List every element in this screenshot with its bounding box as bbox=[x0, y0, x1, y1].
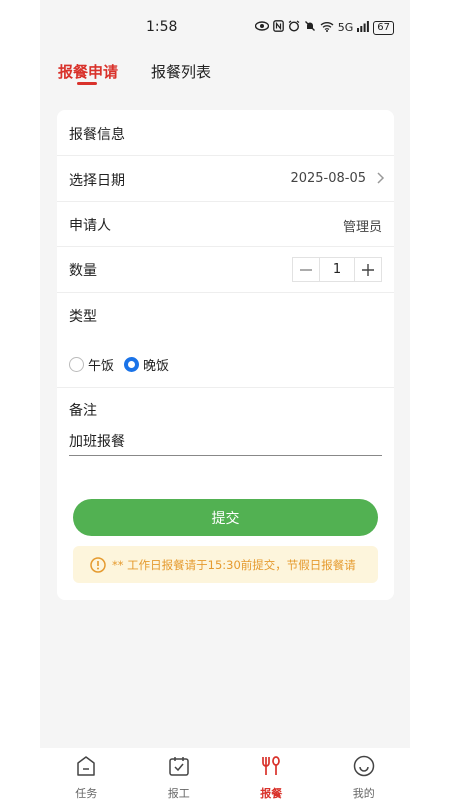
radio-dinner-label: 晚饭 bbox=[143, 359, 170, 374]
eye-icon bbox=[254, 21, 269, 34]
submit-button[interactable]: 提交 bbox=[73, 499, 378, 536]
date-row[interactable]: 选择日期 2025-08-05 bbox=[57, 156, 394, 202]
applicant-label: 申请人 bbox=[69, 218, 111, 234]
app-screen: 1:58 5G 67 报餐申请 报餐列表 报餐信息 选择日期 2025-08-0… bbox=[40, 0, 410, 800]
status-bar: 1:58 5G 67 bbox=[40, 0, 410, 52]
meal-type-radio-group: 午饭 晚饭 bbox=[69, 355, 169, 374]
section-title: 报餐信息 bbox=[69, 127, 125, 143]
meal-form-card: 报餐信息 选择日期 2025-08-05 申请人 管理员 数量 1 类型 午饭 … bbox=[57, 110, 394, 600]
status-time: 1:58 bbox=[146, 19, 178, 35]
quantity-value[interactable]: 1 bbox=[319, 258, 355, 281]
nav-item-meal[interactable]: 报餐 bbox=[225, 748, 318, 800]
nav-item-task[interactable]: 任务 bbox=[40, 748, 133, 800]
status-icons: 5G 67 bbox=[254, 20, 394, 35]
top-tabs: 报餐申请 报餐列表 bbox=[40, 55, 410, 91]
nav-label-meal: 报餐 bbox=[260, 787, 283, 800]
quantity-row: 数量 1 bbox=[57, 247, 394, 293]
nav-label-report: 报工 bbox=[167, 787, 190, 800]
nfc-icon bbox=[272, 20, 284, 35]
smile-icon bbox=[352, 754, 376, 782]
nav-item-report[interactable]: 报工 bbox=[133, 748, 226, 800]
wifi-icon bbox=[320, 21, 334, 35]
radio-unchecked-icon[interactable] bbox=[69, 357, 84, 372]
tab-meal-request[interactable]: 报餐申请 bbox=[58, 61, 118, 82]
fork-spoon-icon bbox=[259, 754, 283, 782]
applicant-row: 申请人 管理员 bbox=[57, 202, 394, 247]
signal-bars-icon bbox=[357, 20, 370, 35]
tab-meal-list[interactable]: 报餐列表 bbox=[151, 61, 211, 82]
quantity-stepper: 1 bbox=[292, 257, 382, 282]
type-label: 类型 bbox=[69, 309, 97, 325]
radio-lunch-label: 午饭 bbox=[88, 359, 115, 374]
nav-label-task: 任务 bbox=[75, 787, 98, 800]
task-icon bbox=[74, 754, 98, 782]
radio-dinner[interactable]: 晚饭 bbox=[124, 355, 169, 374]
date-label: 选择日期 bbox=[69, 173, 125, 189]
calendar-check-icon bbox=[167, 754, 191, 782]
notice-text: ** 工作日报餐请于15:30前提交，节假日报餐请 bbox=[112, 557, 356, 572]
nav-item-mine[interactable]: 我的 bbox=[318, 748, 411, 800]
radio-checked-icon[interactable] bbox=[124, 357, 140, 372]
nav-label-mine: 我的 bbox=[352, 787, 375, 800]
type-row: 类型 午饭 晚饭 bbox=[57, 293, 394, 388]
plus-icon[interactable] bbox=[355, 258, 381, 281]
radio-lunch[interactable]: 午饭 bbox=[69, 355, 114, 374]
applicant-value: 管理员 bbox=[342, 220, 382, 235]
alarm-icon bbox=[288, 20, 300, 35]
tab-active-indicator bbox=[77, 82, 97, 85]
signal-label: 5G bbox=[337, 21, 354, 34]
mute-icon bbox=[304, 20, 316, 35]
bottom-nav: 任务 报工 报餐 我的 bbox=[40, 748, 410, 800]
battery-icon: 67 bbox=[373, 20, 394, 35]
date-value[interactable]: 2025-08-05 bbox=[290, 171, 366, 186]
quantity-label: 数量 bbox=[69, 263, 97, 279]
chevron-right-icon[interactable] bbox=[372, 170, 388, 186]
remark-label: 备注 bbox=[69, 403, 97, 419]
warning-circle-icon bbox=[90, 556, 106, 573]
notice-banner: ** 工作日报餐请于15:30前提交，节假日报餐请 bbox=[73, 546, 378, 583]
remark-input[interactable] bbox=[69, 426, 382, 456]
form-section-header: 报餐信息 bbox=[57, 110, 394, 156]
minus-icon[interactable] bbox=[293, 258, 319, 281]
